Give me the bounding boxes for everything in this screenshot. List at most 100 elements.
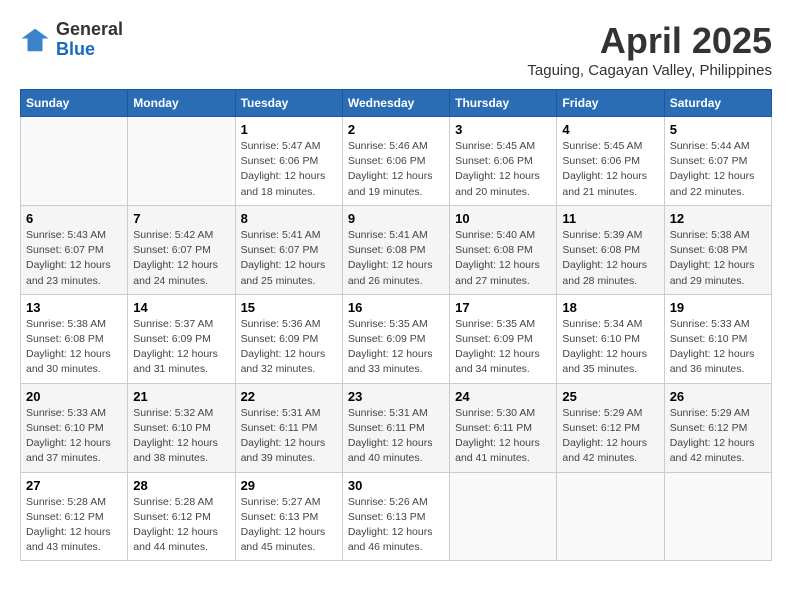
- calendar-cell: 27 Sunrise: 5:28 AMSunset: 6:12 PMDayligh…: [21, 472, 128, 561]
- day-number: 6: [26, 211, 122, 226]
- header-saturday: Saturday: [664, 90, 771, 117]
- day-number: 29: [241, 478, 337, 493]
- day-detail: Sunrise: 5:26 AMSunset: 6:13 PMDaylight:…: [348, 496, 433, 554]
- calendar-cell: 4 Sunrise: 5:45 AMSunset: 6:06 PMDaylight…: [557, 117, 664, 206]
- calendar-cell: 2 Sunrise: 5:46 AMSunset: 6:06 PMDaylight…: [342, 117, 449, 206]
- day-detail: Sunrise: 5:41 AMSunset: 6:07 PMDaylight:…: [241, 229, 326, 287]
- day-detail: Sunrise: 5:33 AMSunset: 6:10 PMDaylight:…: [670, 318, 755, 376]
- calendar-cell: 11Sunrise: 5:39 AMSunset: 6:08 PMDayligh…: [557, 205, 664, 294]
- day-number: 13: [26, 300, 122, 315]
- day-number: 18: [562, 300, 658, 315]
- calendar-cell: 19 Sunrise: 5:33 AMSunset: 6:10 PMDayligh…: [664, 294, 771, 383]
- calendar-cell: 5Sunrise: 5:44 AMSunset: 6:07 PMDaylight…: [664, 117, 771, 206]
- logo-icon: [20, 25, 50, 55]
- day-detail: Sunrise: 5:43 AMSunset: 6:07 PMDaylight:…: [26, 229, 111, 287]
- calendar-cell: 17Sunrise: 5:35 AMSunset: 6:09 PMDayligh…: [450, 294, 557, 383]
- day-detail: Sunrise: 5:32 AMSunset: 6:10 PMDaylight:…: [133, 407, 218, 465]
- day-number: 25: [562, 389, 658, 404]
- day-number: 15: [241, 300, 337, 315]
- calendar-body: 1 Sunrise: 5:47 AMSunset: 6:06 PMDaylight…: [21, 117, 772, 561]
- day-detail: Sunrise: 5:34 AMSunset: 6:10 PMDaylight:…: [562, 318, 647, 376]
- day-detail: Sunrise: 5:38 AMSunset: 6:08 PMDaylight:…: [670, 229, 755, 287]
- day-number: 24: [455, 389, 551, 404]
- calendar-cell: 12 Sunrise: 5:38 AMSunset: 6:08 PMDayligh…: [664, 205, 771, 294]
- day-number: 1: [241, 122, 337, 137]
- day-number: 27: [26, 478, 122, 493]
- header-tuesday: Tuesday: [235, 90, 342, 117]
- day-detail: Sunrise: 5:41 AMSunset: 6:08 PMDaylight:…: [348, 229, 433, 287]
- day-detail: Sunrise: 5:37 AMSunset: 6:09 PMDaylight:…: [133, 318, 218, 376]
- day-detail: Sunrise: 5:45 AMSunset: 6:06 PMDaylight:…: [455, 140, 540, 198]
- day-number: 16: [348, 300, 444, 315]
- calendar-cell: [664, 472, 771, 561]
- day-detail: Sunrise: 5:45 AMSunset: 6:06 PMDaylight:…: [562, 140, 647, 198]
- calendar-header: Sunday Monday Tuesday Wednesday Thursday…: [21, 90, 772, 117]
- header-thursday: Thursday: [450, 90, 557, 117]
- day-number: 10: [455, 211, 551, 226]
- day-number: 4: [562, 122, 658, 137]
- day-number: 19: [670, 300, 766, 315]
- day-detail: Sunrise: 5:35 AMSunset: 6:09 PMDaylight:…: [348, 318, 433, 376]
- calendar-cell: 25 Sunrise: 5:29 AMSunset: 6:12 PMDayligh…: [557, 383, 664, 472]
- calendar-cell: 9 Sunrise: 5:41 AMSunset: 6:08 PMDaylight…: [342, 205, 449, 294]
- day-detail: Sunrise: 5:27 AMSunset: 6:13 PMDaylight:…: [241, 496, 326, 554]
- day-detail: Sunrise: 5:31 AMSunset: 6:11 PMDaylight:…: [241, 407, 326, 465]
- day-detail: Sunrise: 5:33 AMSunset: 6:10 PMDaylight:…: [26, 407, 111, 465]
- day-number: 23: [348, 389, 444, 404]
- day-number: 20: [26, 389, 122, 404]
- calendar-cell: 24 Sunrise: 5:30 AMSunset: 6:11 PMDayligh…: [450, 383, 557, 472]
- day-number: 8: [241, 211, 337, 226]
- day-detail: Sunrise: 5:28 AMSunset: 6:12 PMDaylight:…: [133, 496, 218, 554]
- calendar-cell: 30Sunrise: 5:26 AMSunset: 6:13 PMDayligh…: [342, 472, 449, 561]
- calendar-cell: 22 Sunrise: 5:31 AMSunset: 6:11 PMDayligh…: [235, 383, 342, 472]
- calendar-week-row: 20 Sunrise: 5:33 AMSunset: 6:10 PMDayligh…: [21, 383, 772, 472]
- calendar-cell: [557, 472, 664, 561]
- day-number: 17: [455, 300, 551, 315]
- calendar-location: Taguing, Cagayan Valley, Philippines: [527, 62, 772, 79]
- day-detail: Sunrise: 5:44 AMSunset: 6:07 PMDaylight:…: [670, 140, 755, 198]
- day-detail: Sunrise: 5:30 AMSunset: 6:11 PMDaylight:…: [455, 407, 540, 465]
- calendar-cell: 1 Sunrise: 5:47 AMSunset: 6:06 PMDaylight…: [235, 117, 342, 206]
- day-detail: Sunrise: 5:28 AMSunset: 6:12 PMDaylight:…: [26, 496, 111, 554]
- day-detail: Sunrise: 5:31 AMSunset: 6:11 PMDaylight:…: [348, 407, 433, 465]
- calendar-cell: 15 Sunrise: 5:36 AMSunset: 6:09 PMDayligh…: [235, 294, 342, 383]
- calendar-cell: 10 Sunrise: 5:40 AMSunset: 6:08 PMDayligh…: [450, 205, 557, 294]
- calendar-cell: [450, 472, 557, 561]
- calendar-cell: 18 Sunrise: 5:34 AMSunset: 6:10 PMDayligh…: [557, 294, 664, 383]
- calendar-week-row: 13Sunrise: 5:38 AMSunset: 6:08 PMDayligh…: [21, 294, 772, 383]
- page-header: General Blue April 2025 Taguing, Cagayan…: [20, 20, 772, 79]
- day-number: 9: [348, 211, 444, 226]
- header-sunday: Sunday: [21, 90, 128, 117]
- calendar-cell: 29 Sunrise: 5:27 AMSunset: 6:13 PMDayligh…: [235, 472, 342, 561]
- day-number: 2: [348, 122, 444, 137]
- calendar-cell: 16 Sunrise: 5:35 AMSunset: 6:09 PMDayligh…: [342, 294, 449, 383]
- title-block: April 2025 Taguing, Cagayan Valley, Phil…: [527, 20, 772, 79]
- day-detail: Sunrise: 5:40 AMSunset: 6:08 PMDaylight:…: [455, 229, 540, 287]
- day-number: 14: [133, 300, 229, 315]
- calendar-cell: 3Sunrise: 5:45 AMSunset: 6:06 PMDaylight…: [450, 117, 557, 206]
- day-number: 12: [670, 211, 766, 226]
- day-number: 21: [133, 389, 229, 404]
- header-monday: Monday: [128, 90, 235, 117]
- calendar-cell: 13Sunrise: 5:38 AMSunset: 6:08 PMDayligh…: [21, 294, 128, 383]
- calendar-cell: 28 Sunrise: 5:28 AMSunset: 6:12 PMDayligh…: [128, 472, 235, 561]
- day-detail: Sunrise: 5:46 AMSunset: 6:06 PMDaylight:…: [348, 140, 433, 198]
- day-number: 7: [133, 211, 229, 226]
- day-number: 22: [241, 389, 337, 404]
- day-detail: Sunrise: 5:47 AMSunset: 6:06 PMDaylight:…: [241, 140, 326, 198]
- day-detail: Sunrise: 5:29 AMSunset: 6:12 PMDaylight:…: [670, 407, 755, 465]
- calendar-cell: 21 Sunrise: 5:32 AMSunset: 6:10 PMDayligh…: [128, 383, 235, 472]
- logo-general: General: [56, 20, 123, 40]
- logo: General Blue: [20, 20, 123, 60]
- day-detail: Sunrise: 5:36 AMSunset: 6:09 PMDaylight:…: [241, 318, 326, 376]
- day-detail: Sunrise: 5:42 AMSunset: 6:07 PMDaylight:…: [133, 229, 218, 287]
- day-number: 28: [133, 478, 229, 493]
- calendar-cell: 23 Sunrise: 5:31 AMSunset: 6:11 PMDayligh…: [342, 383, 449, 472]
- day-detail: Sunrise: 5:29 AMSunset: 6:12 PMDaylight:…: [562, 407, 647, 465]
- day-number: 26: [670, 389, 766, 404]
- calendar-table: Sunday Monday Tuesday Wednesday Thursday…: [20, 89, 772, 561]
- calendar-week-row: 6 Sunrise: 5:43 AMSunset: 6:07 PMDaylight…: [21, 205, 772, 294]
- calendar-title: April 2025: [527, 20, 772, 62]
- calendar-cell: 6 Sunrise: 5:43 AMSunset: 6:07 PMDaylight…: [21, 205, 128, 294]
- calendar-cell: 7 Sunrise: 5:42 AMSunset: 6:07 PMDaylight…: [128, 205, 235, 294]
